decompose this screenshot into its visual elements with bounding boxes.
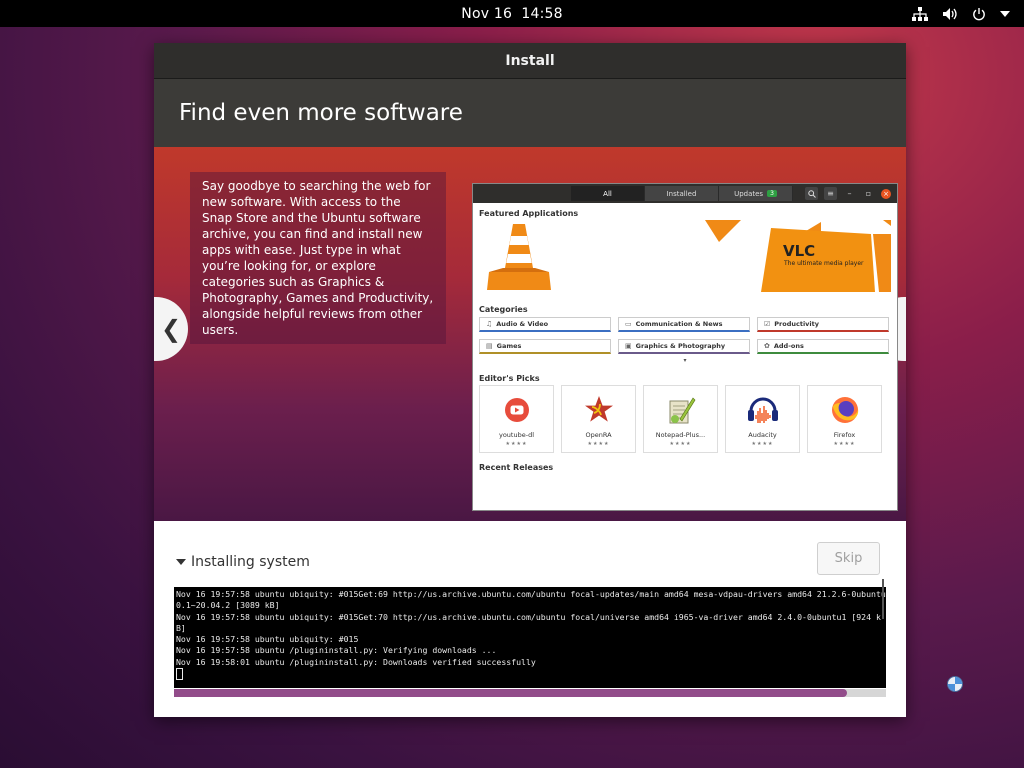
updates-badge: 3	[767, 190, 777, 197]
tab-all: All	[571, 186, 645, 201]
chevron-down-icon[interactable]	[1000, 10, 1010, 17]
featured-banner: VLC The ultimate media player	[479, 220, 891, 292]
category-productivity: ☑ Productivity	[757, 317, 889, 332]
network-icon[interactable]	[912, 6, 928, 21]
pick-openra: OpenRA ★★★★	[561, 385, 636, 453]
puzzle-icon: ✿	[764, 342, 770, 350]
pick-firefox: Firefox ★★★★	[807, 385, 882, 453]
chevron-down-icon	[176, 559, 186, 565]
screenshot-window-controls: ≡ – ▫ ×	[805, 187, 891, 200]
install-log-terminal[interactable]: Nov 16 19:57:58 ubuntu ubiquity: #015Get…	[174, 587, 886, 688]
clock[interactable]: Nov 16 14:58	[461, 6, 562, 22]
vlc-cone-icon	[487, 224, 551, 290]
skip-button[interactable]: Skip	[817, 542, 880, 575]
music-icon: ♫	[486, 320, 493, 328]
image-icon: ▣	[625, 342, 632, 350]
featured-app-name: VLC	[783, 242, 816, 260]
installer-window: Install Find even more software Say good…	[154, 43, 906, 717]
notepad-plus-icon	[666, 394, 696, 426]
system-tray[interactable]	[912, 0, 1010, 27]
volume-icon[interactable]	[942, 7, 958, 21]
audacity-icon	[747, 394, 779, 426]
rating-stars: ★★★★	[751, 441, 774, 447]
terminal-scrollbar[interactable]	[882, 579, 884, 619]
install-progress-fill	[174, 689, 847, 697]
games-icon: ▤	[486, 342, 493, 350]
category-communication-news: ▭ Communication & News	[618, 317, 750, 332]
maximize-icon: ▫	[865, 189, 872, 198]
featured-app-tagline: The ultimate media player	[784, 260, 864, 267]
search-icon	[805, 187, 818, 200]
editors-picks-label: Editor's Picks	[479, 374, 540, 383]
pick-audacity: Audacity ★★★★	[725, 385, 800, 453]
terminal-cursor	[176, 668, 183, 681]
category-games: ▤ Games	[479, 339, 611, 354]
install-progress-bar	[174, 689, 886, 697]
featured-applications-label: Featured Applications	[479, 209, 579, 218]
progress-title-label: Installing system	[191, 554, 310, 570]
slideshow: Say goodbye to searching the web for new…	[154, 147, 906, 521]
rating-stars: ★★★★	[833, 441, 856, 447]
categories-label: Categories	[479, 305, 528, 314]
tab-installed: Installed	[645, 186, 719, 201]
progress-expander[interactable]: Installing system	[176, 554, 310, 570]
openra-icon	[584, 394, 614, 426]
clock-time: 14:58	[521, 5, 563, 22]
menu-icon: ≡	[824, 187, 837, 200]
screenshot-tabs: All Installed Updates 3	[571, 186, 793, 201]
youtube-dl-icon	[504, 394, 530, 426]
close-icon: ×	[881, 188, 891, 199]
chevron-left-icon: ❮	[160, 315, 182, 343]
firefox-icon	[830, 394, 860, 426]
progress-section: Installing system Skip Nov 16 19:57:58 u…	[154, 521, 906, 717]
checkbox-icon: ☑	[764, 320, 771, 328]
rating-stars: ★★★★	[669, 441, 692, 447]
slide-description: Say goodbye to searching the web for new…	[190, 172, 446, 344]
top-bar: Nov 16 14:58	[0, 0, 1024, 27]
category-graphics-photography: ▣ Graphics & Photography	[618, 339, 750, 354]
previous-slide-button[interactable]: ❮	[154, 297, 188, 361]
category-grid: ♫ Audio & Video ▭ Communication & News ☑ Pr…	[473, 317, 897, 354]
power-icon[interactable]	[972, 7, 986, 21]
pick-youtube-dl: youtube-dl ★★★★	[479, 385, 554, 453]
editors-picks-row: youtube-dl ★★★★ OpenRA ★★★★ Notepad-Plus…	[473, 385, 897, 453]
minimize-icon: –	[847, 189, 852, 198]
page-title: Find even more software	[154, 79, 906, 147]
window-titlebar[interactable]: Install	[154, 43, 906, 79]
busy-cursor-icon	[947, 676, 963, 692]
rating-stars: ★★★★	[587, 441, 610, 447]
clock-date: Nov 16	[461, 5, 513, 22]
rating-stars: ★★★★	[505, 441, 528, 447]
recent-releases-label: Recent Releases	[479, 463, 554, 472]
screenshot-header: All Installed Updates 3 ≡ – ▫ ×	[473, 184, 897, 203]
category-add-ons: ✿ Add-ons	[757, 339, 889, 354]
tab-updates: Updates 3	[719, 186, 793, 201]
category-audio-video: ♫ Audio & Video	[479, 317, 611, 332]
pick-notepad-plus: Notepad-Plus... ★★★★	[643, 385, 718, 453]
software-center-screenshot: All Installed Updates 3 ≡ – ▫ × Featured …	[472, 183, 898, 511]
expand-categories-icon: ▾	[683, 357, 687, 364]
install-log-text: Nov 16 19:57:58 ubuntu ubiquity: #015Get…	[176, 589, 886, 667]
chat-icon: ▭	[625, 320, 632, 328]
